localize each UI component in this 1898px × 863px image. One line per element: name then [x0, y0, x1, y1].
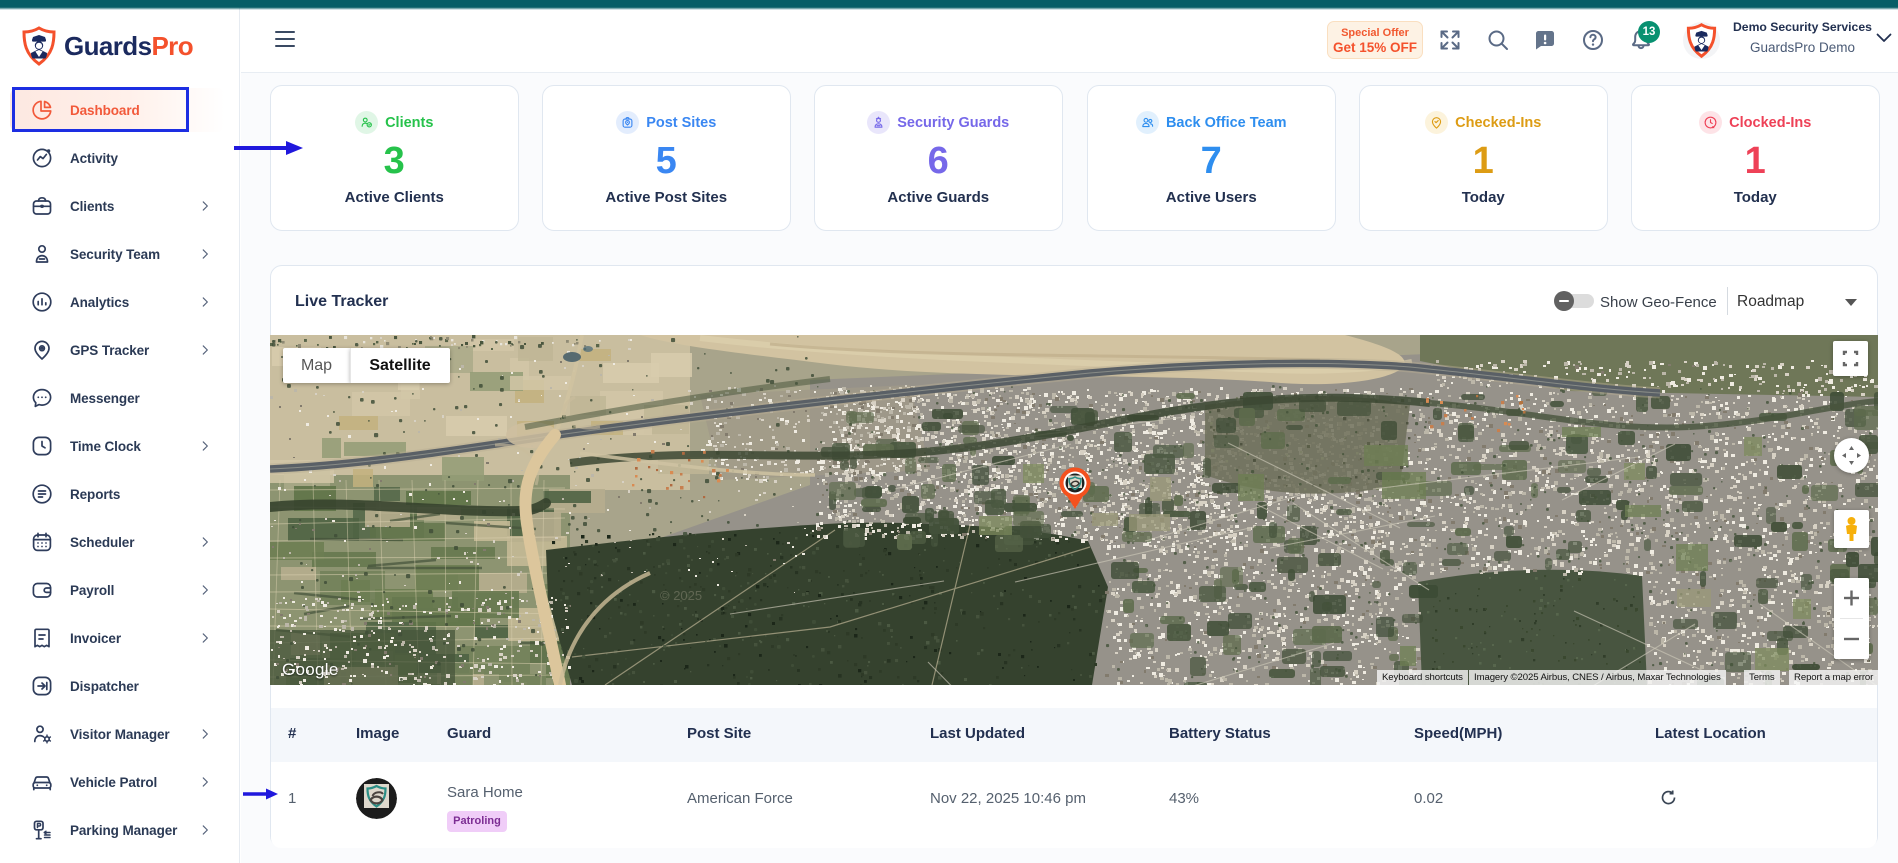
- svg-text:© 2025: © 2025: [660, 588, 702, 603]
